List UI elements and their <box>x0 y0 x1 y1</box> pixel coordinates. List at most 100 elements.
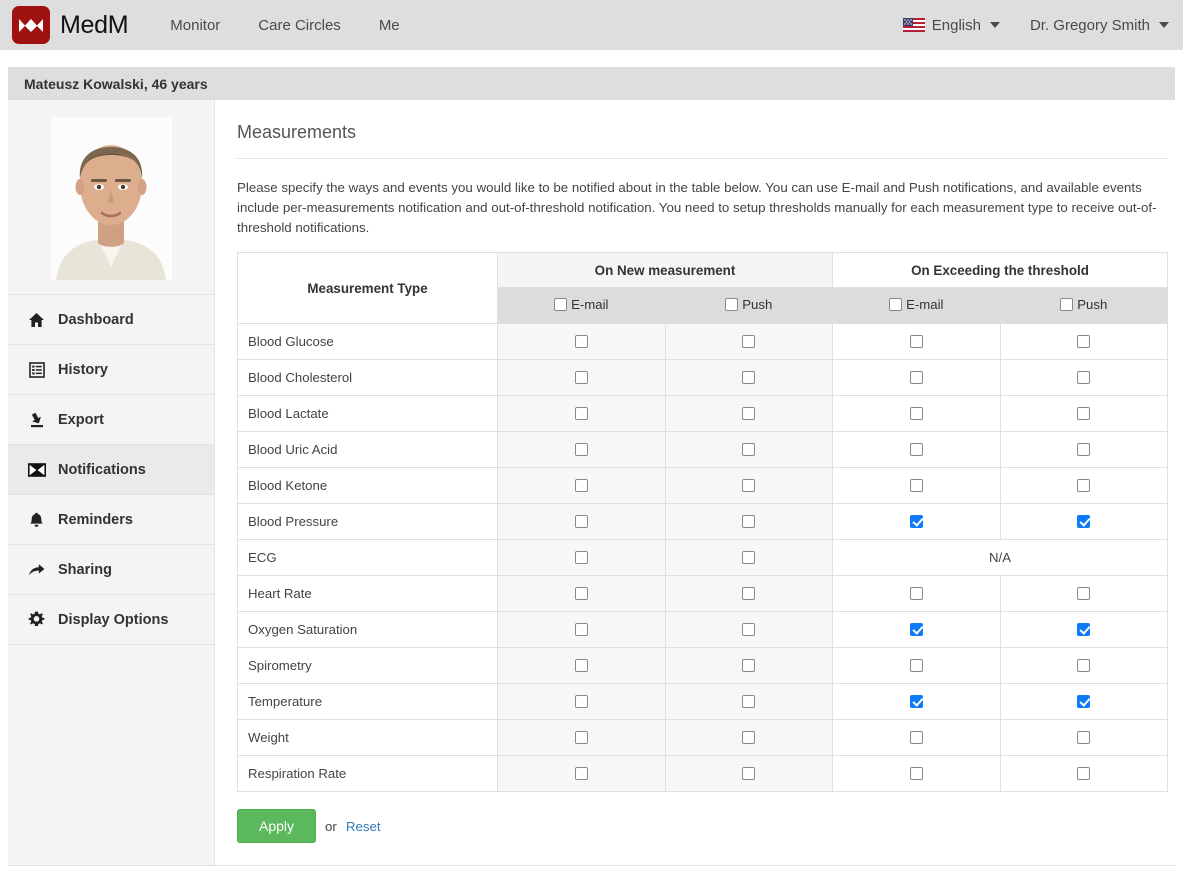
measurement-type-cell: Blood Pressure <box>237 503 498 540</box>
threshold-push-checkbox[interactable] <box>1077 514 1091 528</box>
new-measurement-push-checkbox[interactable] <box>742 586 756 600</box>
nav-link-monitor[interactable]: Monitor <box>170 17 220 34</box>
new-measurement-email-checkbox[interactable] <box>574 478 588 492</box>
select-all-checkbox-new-push[interactable] <box>725 298 739 311</box>
top-navbar: MedM Monitor Care Circles Me English Dr.… <box>0 0 1183 50</box>
threshold-push-checkbox[interactable] <box>1077 334 1091 348</box>
threshold-email-checkbox[interactable] <box>909 370 923 384</box>
new-measurement-email-checkbox[interactable] <box>574 550 588 564</box>
new-measurement-email-cell <box>497 575 666 612</box>
threshold-push-checkbox[interactable] <box>1077 442 1091 456</box>
new-measurement-push-checkbox[interactable] <box>742 550 756 564</box>
new-measurement-push-checkbox[interactable] <box>742 478 756 492</box>
new-measurement-email-checkbox[interactable] <box>574 658 588 672</box>
new-measurement-email-checkbox[interactable] <box>574 766 588 780</box>
threshold-push-cell <box>999 647 1169 684</box>
new-measurement-push-checkbox[interactable] <box>742 514 756 528</box>
measurement-type-cell: Blood Ketone <box>237 467 498 504</box>
threshold-push-checkbox[interactable] <box>1077 658 1091 672</box>
threshold-push-checkbox[interactable] <box>1077 694 1091 708</box>
sidebar-item-sharing[interactable]: Sharing <box>8 544 214 594</box>
new-measurement-push-checkbox[interactable] <box>742 694 756 708</box>
user-menu[interactable]: Dr. Gregory Smith <box>1030 17 1169 34</box>
threshold-email-cell <box>832 359 1001 396</box>
threshold-email-checkbox[interactable] <box>909 766 923 780</box>
new-measurement-email-cell <box>497 683 666 720</box>
new-measurement-push-checkbox[interactable] <box>742 442 756 456</box>
new-measurement-push-cell <box>664 467 833 504</box>
new-measurement-email-checkbox[interactable] <box>574 442 588 456</box>
threshold-push-checkbox[interactable] <box>1077 622 1091 636</box>
select-all-checkbox-threshold-email[interactable] <box>889 298 903 311</box>
new-measurement-push-cell <box>664 359 833 396</box>
sidebar-item-export[interactable]: Export <box>8 394 214 444</box>
new-measurement-email-checkbox[interactable] <box>574 730 588 744</box>
threshold-push-checkbox[interactable] <box>1077 586 1091 600</box>
threshold-email-checkbox[interactable] <box>909 514 923 528</box>
nav-link-me[interactable]: Me <box>379 17 400 34</box>
new-measurement-push-checkbox[interactable] <box>742 334 756 348</box>
threshold-email-checkbox[interactable] <box>909 406 923 420</box>
select-all-checkbox-threshold-push[interactable] <box>1060 298 1074 311</box>
threshold-push-cell <box>999 359 1169 396</box>
brand-logo[interactable]: MedM <box>12 6 129 44</box>
table-row: Blood Pressure <box>237 503 1169 540</box>
sidebar-item-history[interactable]: History <box>8 344 214 394</box>
apply-button[interactable]: Apply <box>237 809 317 843</box>
new-measurement-push-checkbox[interactable] <box>742 766 756 780</box>
threshold-push-cell <box>999 503 1169 540</box>
content-shell: Mateusz Kowalski, 46 years Dashboard His… <box>0 67 1183 865</box>
threshold-email-checkbox[interactable] <box>909 730 923 744</box>
new-measurement-email-checkbox[interactable] <box>574 694 588 708</box>
new-measurement-email-checkbox[interactable] <box>574 514 588 528</box>
new-measurement-push-checkbox[interactable] <box>742 658 756 672</box>
nav-link-care-circles[interactable]: Care Circles <box>258 17 341 34</box>
sidebar-item-reminders[interactable]: Reminders <box>8 494 214 544</box>
new-measurement-push-checkbox[interactable] <box>742 370 756 384</box>
sidebar-item-label: Export <box>58 411 104 428</box>
subheader-label: Push <box>742 297 773 312</box>
new-measurement-push-checkbox[interactable] <box>742 406 756 420</box>
threshold-push-checkbox[interactable] <box>1077 766 1091 780</box>
new-measurement-email-checkbox[interactable] <box>574 334 588 348</box>
avatar-container <box>8 100 214 294</box>
select-all-checkbox-new-email[interactable] <box>554 298 568 311</box>
patient-name-age: Mateusz Kowalski, 46 years <box>24 75 208 92</box>
new-measurement-email-checkbox[interactable] <box>574 370 588 384</box>
threshold-push-cell <box>999 755 1169 792</box>
new-measurement-push-checkbox[interactable] <box>742 622 756 636</box>
threshold-email-checkbox[interactable] <box>909 622 923 636</box>
threshold-push-checkbox[interactable] <box>1077 730 1091 744</box>
sidebar-item-dashboard[interactable]: Dashboard <box>8 294 214 344</box>
table-row: Heart Rate <box>237 575 1169 612</box>
threshold-email-checkbox[interactable] <box>909 442 923 456</box>
new-measurement-email-checkbox[interactable] <box>574 586 588 600</box>
language-selector[interactable]: English <box>902 17 1000 34</box>
new-measurement-email-cell <box>497 395 666 432</box>
chevron-down-icon <box>989 22 1000 28</box>
reset-link[interactable]: Reset <box>346 819 381 834</box>
threshold-email-checkbox[interactable] <box>909 478 923 492</box>
threshold-email-checkbox[interactable] <box>909 658 923 672</box>
user-name-label: Dr. Gregory Smith <box>1029 16 1150 34</box>
threshold-push-checkbox[interactable] <box>1077 370 1091 384</box>
threshold-push-checkbox[interactable] <box>1077 406 1091 420</box>
new-measurement-email-checkbox[interactable] <box>574 406 588 420</box>
or-label: or <box>325 818 337 834</box>
new-measurement-email-cell <box>497 539 666 576</box>
new-measurement-push-checkbox[interactable] <box>742 730 756 744</box>
threshold-email-checkbox[interactable] <box>909 694 923 708</box>
threshold-push-checkbox[interactable] <box>1077 478 1091 492</box>
threshold-email-checkbox[interactable] <box>909 586 923 600</box>
measurement-type-cell: Spirometry <box>237 647 498 684</box>
sidebar-item-notifications[interactable]: Notifications <box>8 444 214 494</box>
new-measurement-email-cell <box>497 611 666 648</box>
new-measurement-email-cell <box>497 359 666 396</box>
sidebar-item-display-options[interactable]: Display Options <box>8 594 214 644</box>
patient-header-bar: Mateusz Kowalski, 46 years <box>8 67 1175 100</box>
page-title: Measurements <box>237 122 1169 159</box>
form-actions: Apply or Reset <box>237 809 1168 843</box>
threshold-email-checkbox[interactable] <box>909 334 923 348</box>
new-measurement-email-checkbox[interactable] <box>574 622 588 636</box>
chevron-down-icon <box>1159 22 1169 28</box>
